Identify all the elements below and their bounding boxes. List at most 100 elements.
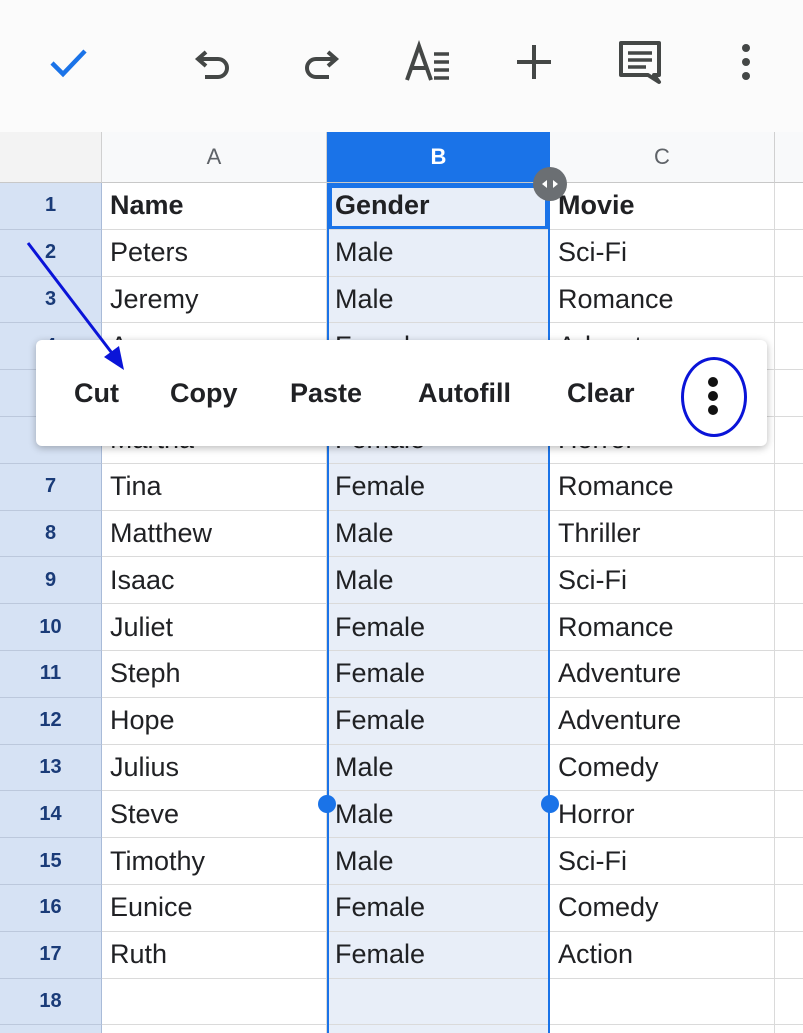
cell-b[interactable]: Female bbox=[327, 931, 550, 979]
row-header[interactable]: 2 bbox=[0, 229, 102, 277]
cell-c[interactable]: Romance bbox=[550, 463, 775, 511]
cell-d[interactable] bbox=[775, 651, 803, 698]
column-header-a[interactable]: A bbox=[102, 132, 327, 183]
cell-d[interactable] bbox=[775, 838, 803, 885]
cell-d[interactable] bbox=[775, 230, 803, 277]
cell-a[interactable]: Ruth bbox=[102, 931, 327, 979]
undo-icon[interactable] bbox=[186, 36, 242, 88]
cell-a[interactable] bbox=[102, 978, 327, 1026]
cell-a[interactable] bbox=[102, 1025, 327, 1033]
copy-menu-item[interactable]: Copy bbox=[170, 340, 238, 446]
cell-c[interactable]: Movie bbox=[550, 183, 775, 230]
cell-d[interactable] bbox=[775, 885, 803, 932]
cell-c[interactable]: Sci-Fi bbox=[550, 838, 775, 885]
row-header[interactable]: 17 bbox=[0, 931, 102, 979]
cell-a[interactable]: Name bbox=[102, 183, 327, 230]
cell-b[interactable]: Male bbox=[327, 557, 550, 605]
row-header[interactable]: 12 bbox=[0, 697, 102, 745]
cell-d[interactable] bbox=[775, 370, 803, 417]
cell-b[interactable]: Female bbox=[327, 463, 550, 511]
cell-c[interactable]: Comedy bbox=[550, 744, 775, 792]
cell-c[interactable] bbox=[550, 978, 775, 1026]
row-header[interactable]: 3 bbox=[0, 276, 102, 324]
cell-c[interactable]: Romance bbox=[550, 276, 775, 324]
cell-d[interactable] bbox=[775, 1025, 803, 1033]
cell-c[interactable]: Comedy bbox=[550, 885, 775, 932]
row-header[interactable]: 13 bbox=[0, 744, 102, 792]
cell-d[interactable] bbox=[775, 557, 803, 605]
cell-a[interactable]: Steve bbox=[102, 791, 327, 839]
autofill-menu-item[interactable]: Autofill bbox=[418, 340, 511, 446]
cell-a[interactable]: Hope bbox=[102, 697, 327, 745]
cell-a[interactable]: Timothy bbox=[102, 838, 327, 885]
cell-a[interactable]: Jeremy bbox=[102, 276, 327, 324]
cell-c[interactable]: Sci-Fi bbox=[550, 229, 775, 277]
cell-d[interactable] bbox=[775, 745, 803, 792]
cell-a[interactable]: Tina bbox=[102, 463, 327, 511]
row-header[interactable]: 14 bbox=[0, 791, 102, 839]
cell-b[interactable]: Male bbox=[327, 276, 550, 324]
cell-b[interactable]: Female bbox=[327, 604, 550, 651]
cell-b[interactable]: Male bbox=[327, 229, 550, 277]
row-header[interactable]: 18 bbox=[0, 978, 102, 1026]
paste-menu-item[interactable]: Paste bbox=[290, 340, 362, 446]
column-header-d[interactable] bbox=[775, 132, 803, 183]
cell-c[interactable]: Adventure bbox=[550, 697, 775, 745]
cell-b[interactable]: Female bbox=[327, 697, 550, 745]
row-header[interactable]: 9 bbox=[0, 557, 102, 605]
redo-icon[interactable] bbox=[292, 36, 348, 88]
cell-d[interactable] bbox=[775, 511, 803, 558]
cell-b[interactable] bbox=[327, 978, 550, 1026]
row-header[interactable]: 1 bbox=[0, 183, 102, 230]
comment-icon[interactable] bbox=[612, 36, 668, 88]
selection-drag-handle-left[interactable] bbox=[318, 795, 336, 813]
cell-d[interactable] bbox=[775, 417, 803, 464]
cell-d[interactable] bbox=[775, 183, 803, 230]
cell-b[interactable]: Gender bbox=[327, 183, 550, 230]
row-header[interactable]: 19 bbox=[0, 1025, 102, 1033]
column-header-c[interactable]: C bbox=[550, 132, 775, 183]
cell-c[interactable]: Romance bbox=[550, 604, 775, 651]
select-all-corner[interactable] bbox=[0, 132, 102, 183]
cell-b[interactable]: Male bbox=[327, 838, 550, 885]
cell-a[interactable]: Eunice bbox=[102, 885, 327, 932]
cell-c[interactable]: Adventure bbox=[550, 651, 775, 698]
row-header[interactable]: 10 bbox=[0, 604, 102, 651]
selection-drag-handle-right[interactable] bbox=[541, 795, 559, 813]
cell-a[interactable]: Steph bbox=[102, 651, 327, 698]
cell-c[interactable]: Horror bbox=[550, 791, 775, 839]
cell-b[interactable]: Male bbox=[327, 744, 550, 792]
check-icon[interactable] bbox=[40, 36, 96, 88]
row-header[interactable]: 7 bbox=[0, 463, 102, 511]
more-vert-icon[interactable] bbox=[718, 36, 774, 88]
cell-c[interactable]: Sci-Fi bbox=[550, 557, 775, 605]
cut-menu-item[interactable]: Cut bbox=[74, 340, 119, 446]
cell-b[interactable] bbox=[327, 1025, 550, 1033]
cell-c[interactable]: Action bbox=[550, 931, 775, 979]
cell-a[interactable]: Peters bbox=[102, 229, 327, 277]
column-header-b[interactable]: B bbox=[327, 132, 550, 183]
cell-b[interactable]: Male bbox=[327, 510, 550, 558]
cell-a[interactable]: Juliet bbox=[102, 604, 327, 651]
cell-d[interactable] bbox=[775, 464, 803, 511]
row-header[interactable]: 16 bbox=[0, 885, 102, 932]
cell-b[interactable]: Male bbox=[327, 791, 550, 839]
cell-d[interactable] bbox=[775, 698, 803, 745]
cell-d[interactable] bbox=[775, 323, 803, 371]
cell-d[interactable] bbox=[775, 979, 803, 1026]
cell-c[interactable]: Thriller bbox=[550, 510, 775, 558]
column-resize-handle[interactable] bbox=[533, 167, 567, 201]
cell-a[interactable]: Isaac bbox=[102, 557, 327, 605]
cell-d[interactable] bbox=[775, 932, 803, 979]
cell-d[interactable] bbox=[775, 277, 803, 324]
text-format-icon[interactable] bbox=[400, 36, 456, 88]
cell-b[interactable]: Female bbox=[327, 651, 550, 698]
cell-b[interactable]: Female bbox=[327, 885, 550, 932]
cell-a[interactable]: Julius bbox=[102, 744, 327, 792]
cell-d[interactable] bbox=[775, 604, 803, 651]
cell-d[interactable] bbox=[775, 791, 803, 839]
row-header[interactable]: 11 bbox=[0, 651, 102, 698]
row-header[interactable]: 8 bbox=[0, 510, 102, 558]
cell-c[interactable] bbox=[550, 1025, 775, 1033]
row-header[interactable]: 15 bbox=[0, 838, 102, 885]
